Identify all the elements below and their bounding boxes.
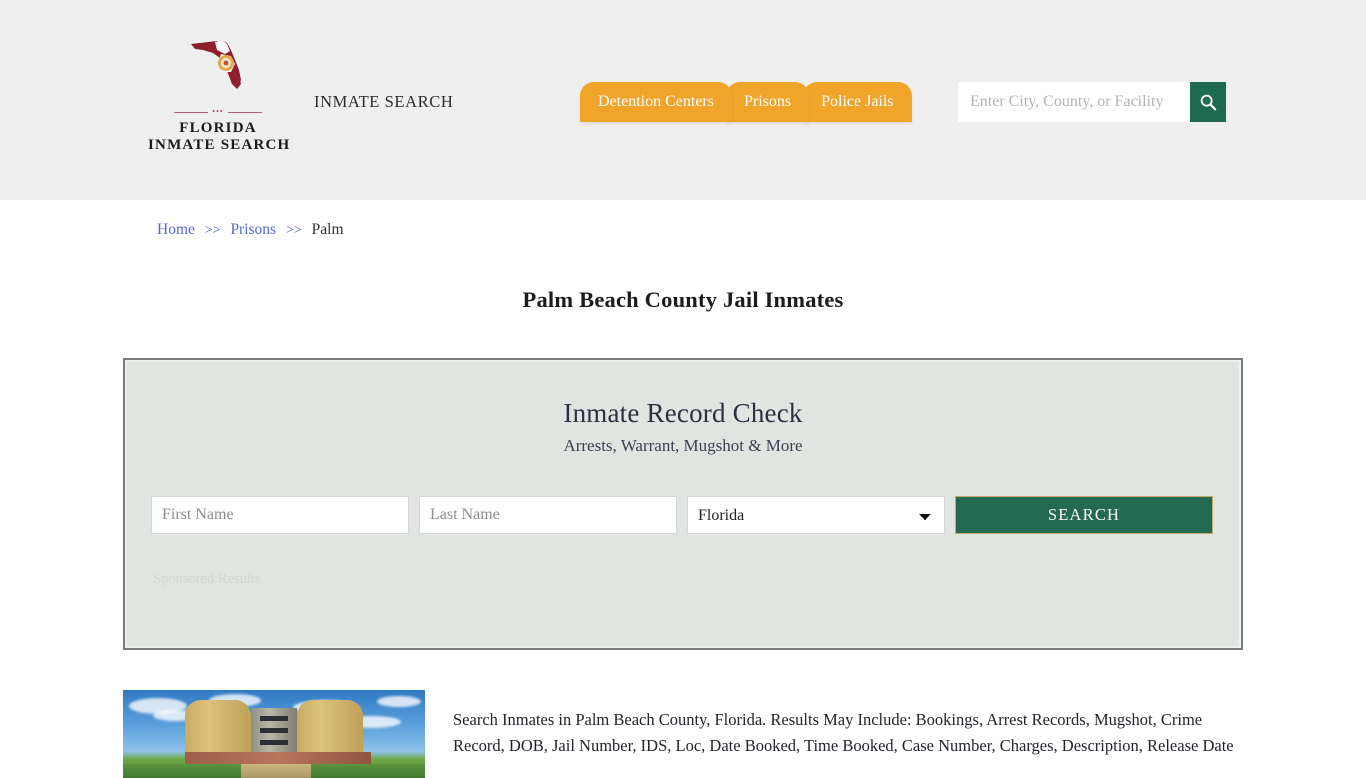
site-header: ••• FLORIDA INMATE SEARCH INMATE SEARCH … — [0, 0, 1366, 200]
breadcrumb-separator: >> — [204, 223, 221, 238]
state-select[interactable]: FloridaAlabamaGeorgiaTexasCaliforniaNew … — [687, 496, 945, 534]
logo-ornament: ••• — [148, 108, 288, 116]
logo-line-2: INMATE SEARCH — [148, 137, 291, 153]
breadcrumb-separator: >> — [285, 223, 302, 238]
facility-content-row: Search Inmates in Palm Beach County, Flo… — [123, 690, 1243, 778]
logo-line-1: FLORIDA — [179, 120, 257, 136]
header-tagline: INMATE SEARCH — [314, 92, 454, 111]
logo-text: FLORIDA INMATE SEARCH — [148, 120, 291, 154]
facility-description: Search Inmates in Palm Beach County, Flo… — [453, 709, 1234, 755]
record-check-title: Inmate Record Check — [563, 398, 803, 428]
breadcrumb-link-home[interactable]: Home — [157, 221, 195, 238]
nav-tab-police-jails[interactable]: Police Jails — [803, 82, 912, 122]
header-search-input[interactable] — [958, 82, 1190, 122]
breadcrumb-link-prisons[interactable]: Prisons — [230, 221, 276, 238]
logo-ornament-dots: ••• — [212, 107, 224, 116]
nav-tab-prisons[interactable]: Prisons — [725, 82, 810, 122]
last-name-input[interactable] — [419, 496, 677, 534]
breadcrumb: Home >> Prisons >> Palm — [157, 221, 344, 239]
inmate-record-check-panel: Inmate Record Check Arrests, Warrant, Mu… — [123, 358, 1243, 650]
record-search-button[interactable]: SEARCH — [955, 496, 1213, 534]
site-logo[interactable]: ••• FLORIDA INMATE SEARCH — [148, 36, 291, 154]
florida-state-map-icon — [191, 41, 241, 89]
record-check-subtitle: Arrests, Warrant, Mugshot & More — [563, 436, 803, 455]
breadcrumb-current-palm: Palm — [311, 221, 344, 238]
header-search-button[interactable] — [1190, 82, 1226, 122]
page-title: Palm Beach County Jail Inmates — [522, 287, 844, 313]
search-icon — [1200, 94, 1217, 111]
facility-photo — [123, 690, 425, 778]
nav-tab-detention-centers[interactable]: Detention Centers — [580, 82, 732, 122]
first-name-input[interactable] — [151, 496, 409, 534]
primary-nav: Detention Centers Prisons Police Jails — [580, 82, 912, 122]
inmate-search-form: FloridaAlabamaGeorgiaTexasCaliforniaNew … — [125, 496, 1241, 534]
sponsored-results-label: Sponsored Results — [153, 571, 261, 587]
header-search — [958, 82, 1226, 122]
